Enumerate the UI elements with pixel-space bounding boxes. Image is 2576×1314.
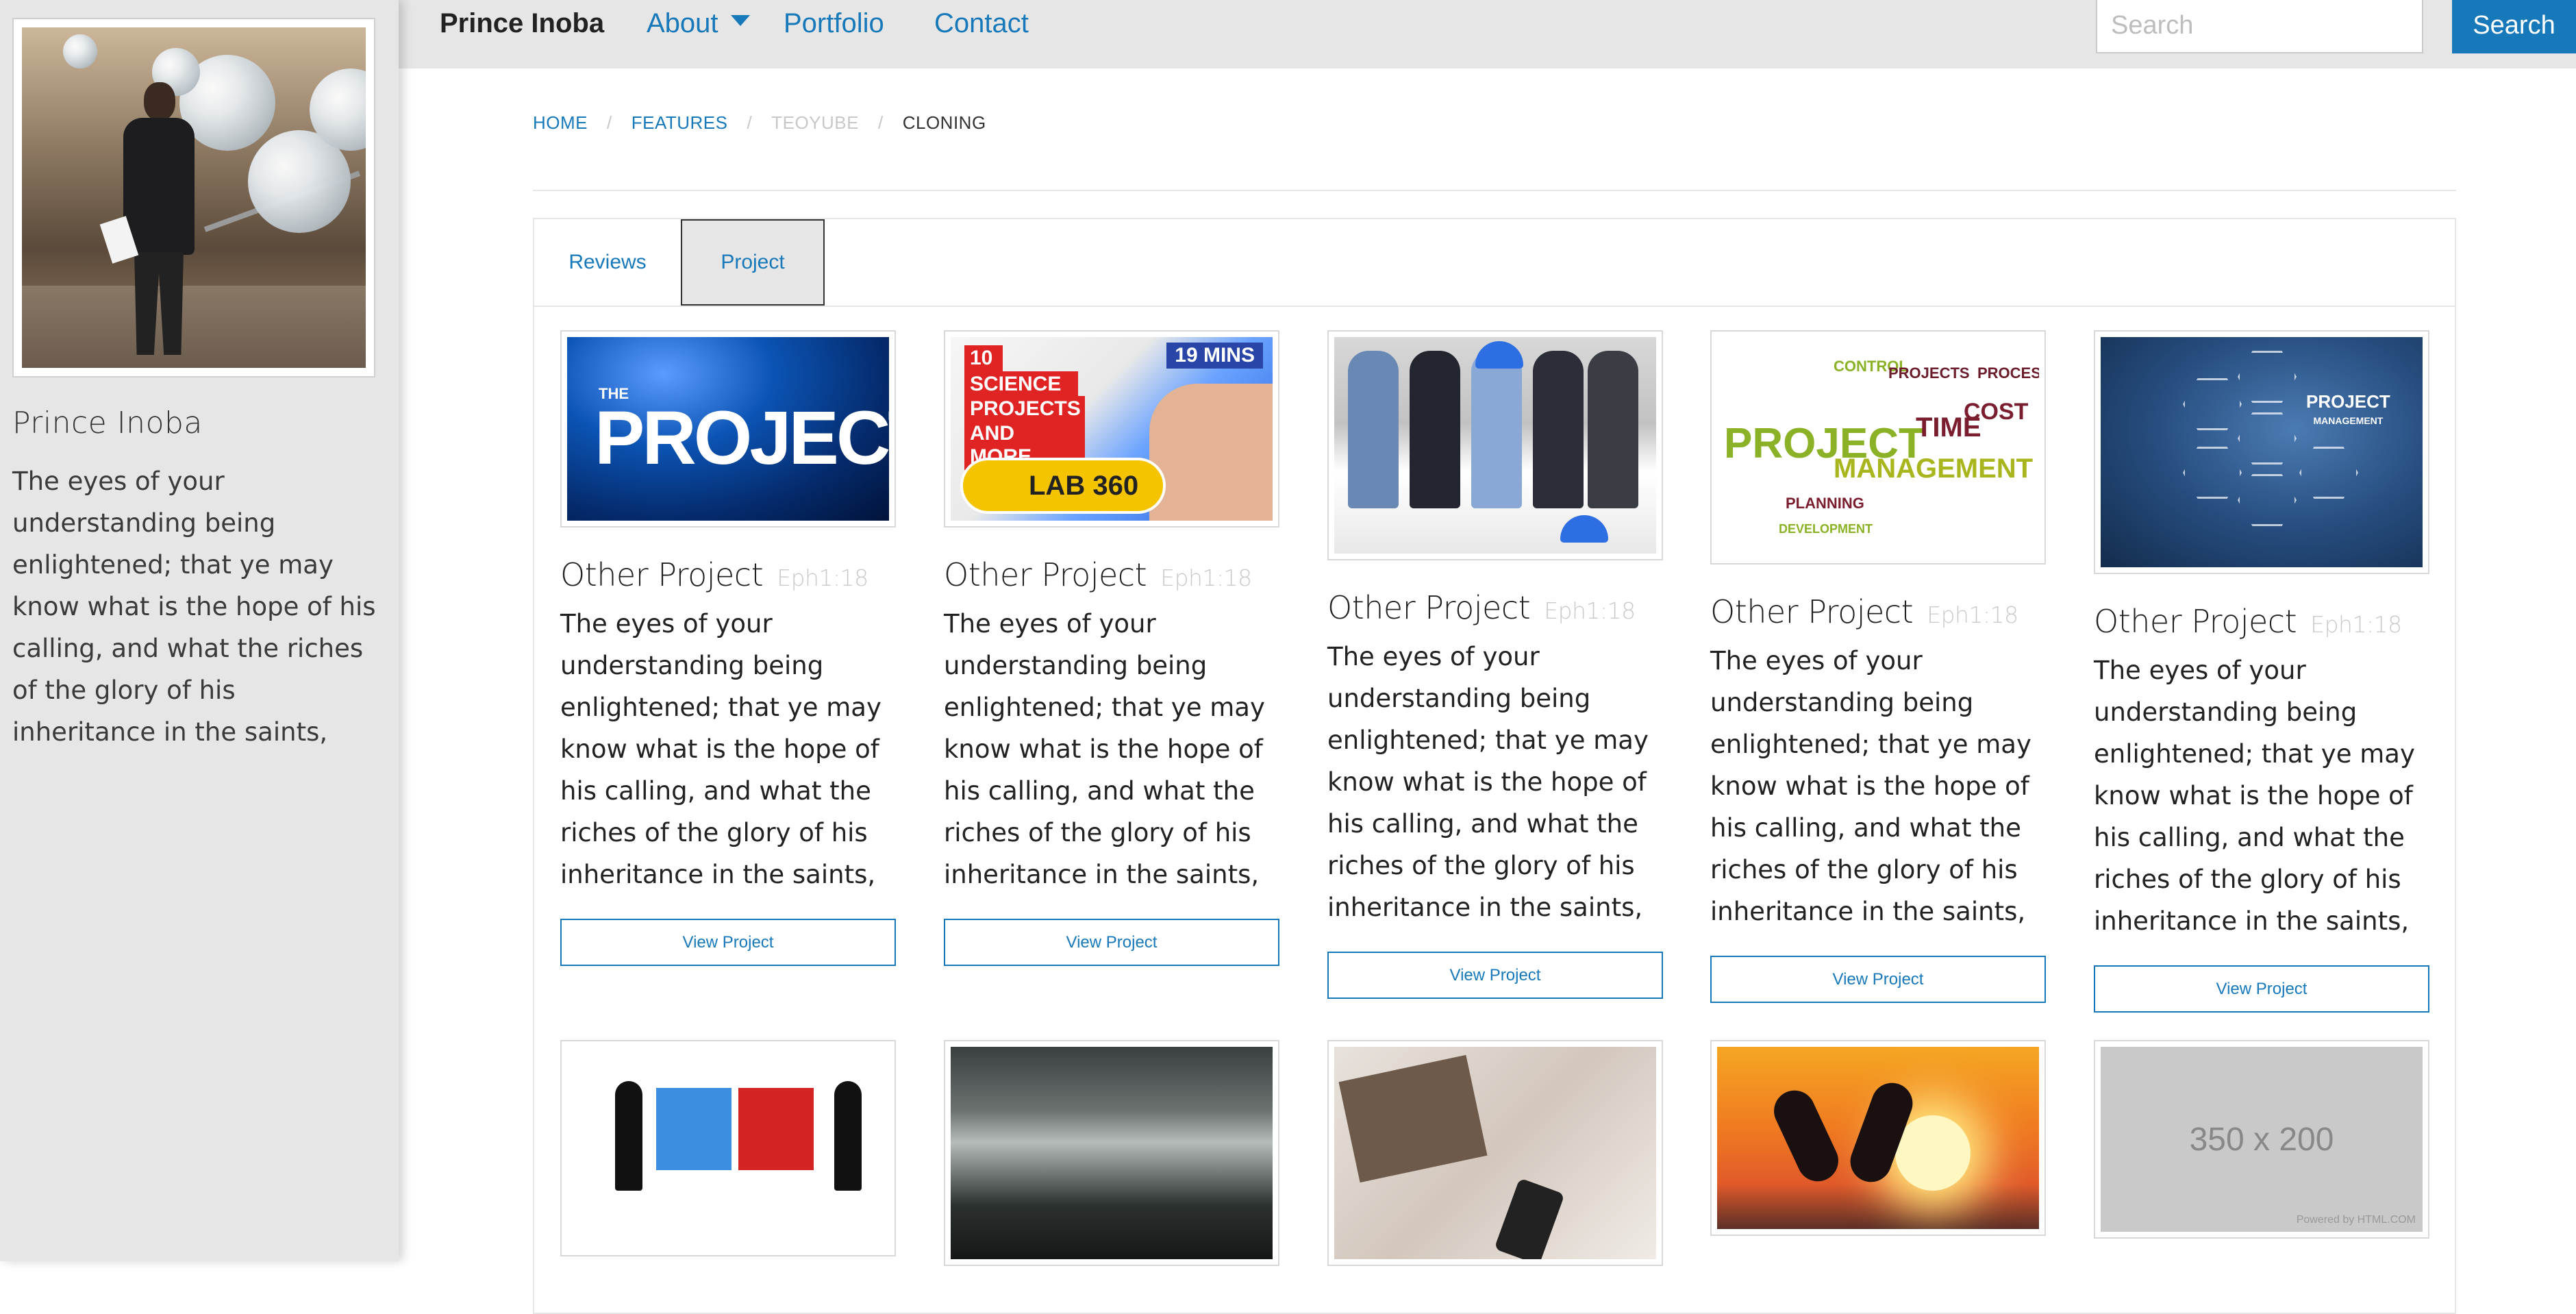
- nav-contact[interactable]: Contact: [934, 8, 1029, 39]
- project-card: PROJECT MANAGEMENT TIME COST CONTROL PRO…: [1710, 330, 2046, 1003]
- card-title: Other Project Eph1:18: [560, 556, 896, 593]
- project-card: [944, 1040, 1279, 1266]
- breadcrumb-features[interactable]: FEATURES: [632, 112, 728, 134]
- breadcrumb-separator: /: [607, 112, 612, 133]
- brand-title[interactable]: Prince Inoba: [440, 8, 604, 39]
- breadcrumb: HOME / FEATURES / TEOYUBE / CLONING: [533, 112, 986, 134]
- card-title: Other Project Eph1:18: [1710, 593, 2046, 630]
- view-project-button[interactable]: View Project: [1327, 952, 1663, 999]
- thumb-caption: MANAGEMENT: [2313, 415, 2384, 426]
- card-reference: Eph1:18: [2310, 611, 2402, 638]
- search-input[interactable]: [2096, 0, 2423, 53]
- breadcrumb-separator: /: [747, 112, 753, 133]
- project-card: PROJECT MANAGEMENT Other Project Eph1:18 …: [2094, 330, 2429, 1013]
- card-body: The eyes of your understanding being enl…: [560, 609, 881, 889]
- thumb-caption: PROJECTS: [1888, 364, 1970, 382]
- card-title-text: Other Project: [1327, 589, 1531, 626]
- card-title-text: Other Project: [1710, 593, 1914, 630]
- thumb-caption: MANAGEMENT: [1834, 454, 2034, 484]
- view-project-button[interactable]: View Project: [560, 919, 896, 966]
- project-thumbnail[interactable]: [560, 1040, 896, 1256]
- card-body: The eyes of your understanding being enl…: [2094, 656, 2415, 936]
- tab-strip: Reviews Project: [534, 219, 2455, 307]
- project-thumbnail[interactable]: 350 x 200 Powered by HTML.COM: [2094, 1040, 2429, 1239]
- project-thumbnail[interactable]: [1327, 1040, 1663, 1266]
- profile-name: Prince Inoba: [12, 406, 203, 441]
- avatar: [22, 27, 366, 368]
- tab-reviews[interactable]: Reviews: [534, 219, 681, 306]
- profile-sidebar: Prince Inoba The eyes of your understand…: [0, 0, 399, 1261]
- chevron-down-icon: [730, 15, 750, 27]
- breadcrumb-home[interactable]: HOME: [533, 112, 588, 134]
- project-card: Other Project Eph1:18 The eyes of your u…: [1327, 330, 1663, 999]
- card-title-text: Other Project: [944, 556, 1147, 593]
- placeholder-label: 350 x 200: [2189, 1121, 2334, 1158]
- search-button[interactable]: Search: [2452, 0, 2576, 53]
- placeholder-credit: Powered by HTML.COM: [2296, 1214, 2416, 1226]
- view-project-button[interactable]: View Project: [944, 919, 1279, 966]
- thumb-caption: SCIENCE: [964, 371, 1078, 397]
- project-card: 350 x 200 Powered by HTML.COM: [2094, 1040, 2429, 1239]
- avatar-frame: [12, 18, 375, 377]
- view-project-button[interactable]: View Project: [1710, 956, 2046, 1003]
- project-thumbnail[interactable]: [1327, 330, 1663, 560]
- card-title-text: Other Project: [560, 556, 764, 593]
- breadcrumb-separator: /: [877, 112, 884, 133]
- card-reference: Eph1:18: [1544, 597, 1636, 624]
- thumb-caption: PROJECT: [595, 396, 889, 480]
- thumb-caption: PLANNING: [1786, 495, 1864, 512]
- card-body: The eyes of your understanding being enl…: [944, 609, 1265, 889]
- card-title: Other Project Eph1:18: [1327, 589, 1663, 626]
- thumb-caption: DEVELOPMENT: [1779, 522, 1873, 536]
- top-bar: Prince Inoba About Portfolio Contact Sea…: [399, 0, 2576, 69]
- card-reference: Eph1:18: [777, 565, 868, 591]
- project-card: 19 MINS 10 SCIENCE PROJECTS AND MORE LAB…: [944, 330, 1279, 966]
- card-body: The eyes of your understanding being enl…: [1327, 642, 1649, 922]
- project-thumbnail[interactable]: [1710, 1040, 2046, 1236]
- profile-bio: The eyes of your understanding being enl…: [12, 467, 376, 747]
- thumb-caption: LAB 360: [960, 458, 1166, 514]
- thumb-caption: COST: [1964, 399, 2029, 425]
- card-body: The eyes of your understanding being enl…: [1710, 646, 2031, 926]
- thumb-caption: PROCESS: [1977, 364, 2039, 382]
- card-title: Other Project Eph1:18: [2094, 603, 2429, 640]
- breadcrumb-teoyube: TEOYUBE: [771, 112, 859, 133]
- nav-portfolio[interactable]: Portfolio: [784, 8, 884, 39]
- thumb-caption: 10: [964, 345, 1003, 371]
- breadcrumb-current: CLONING: [902, 112, 986, 133]
- project-card: [1710, 1040, 2046, 1236]
- project-card: [560, 1040, 896, 1256]
- thumb-caption: PROJECTS: [964, 396, 1085, 422]
- tab-project[interactable]: Project: [681, 219, 825, 306]
- card-reference: Eph1:18: [1160, 565, 1252, 591]
- divider: [533, 190, 2456, 191]
- project-card: [1327, 1040, 1663, 1266]
- view-project-button[interactable]: View Project: [2094, 965, 2429, 1013]
- nav-about[interactable]: About: [647, 8, 750, 39]
- project-thumbnail[interactable]: THE PROJECT: [560, 330, 896, 528]
- card-title-text: Other Project: [2094, 603, 2297, 640]
- project-card: THE PROJECT Other Project Eph1:18 The ey…: [560, 330, 896, 966]
- thumb-caption: 19 MINS: [1166, 343, 1263, 369]
- project-thumbnail[interactable]: 19 MINS 10 SCIENCE PROJECTS AND MORE LAB…: [944, 330, 1279, 528]
- card-title: Other Project Eph1:18: [944, 556, 1279, 593]
- project-thumbnail[interactable]: PROJECT MANAGEMENT: [2094, 330, 2429, 574]
- thumb-caption: PROJECT: [2306, 391, 2390, 412]
- card-reference: Eph1:18: [1927, 602, 2018, 628]
- project-thumbnail[interactable]: PROJECT MANAGEMENT TIME COST CONTROL PRO…: [1710, 330, 2046, 565]
- nav-about-label: About: [647, 8, 718, 38]
- project-thumbnail[interactable]: [944, 1040, 1279, 1266]
